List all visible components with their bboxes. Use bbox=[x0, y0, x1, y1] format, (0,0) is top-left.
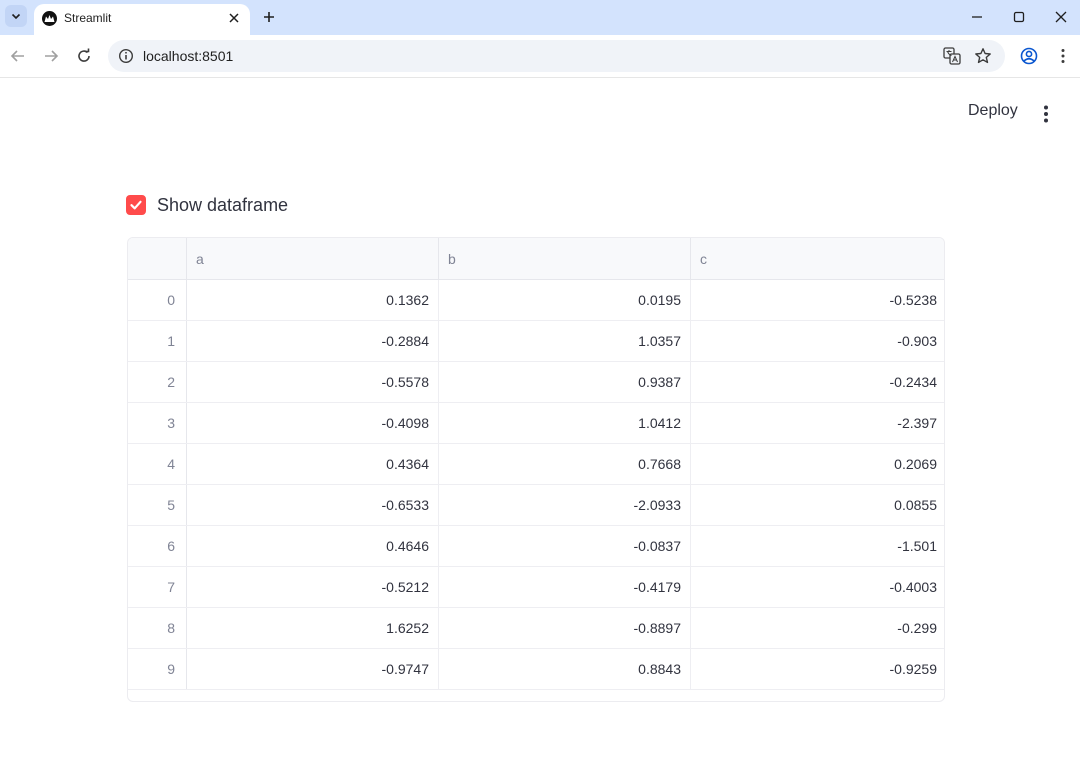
minimize-icon bbox=[972, 15, 982, 18]
arrow-left-icon bbox=[10, 50, 24, 62]
table-row[interactable]: 4 0.4364 0.7668 0.2069 bbox=[128, 444, 944, 485]
dataframe-header: a b c bbox=[128, 238, 944, 280]
browser-tab[interactable]: Streamlit bbox=[34, 4, 250, 35]
table-row[interactable]: 9 -0.9747 0.8843 -0.9259 bbox=[128, 649, 944, 690]
translate-icon[interactable] bbox=[942, 46, 962, 66]
table-cell-a[interactable]: 1.6252 bbox=[187, 608, 439, 648]
bookmark-star-icon[interactable] bbox=[973, 46, 993, 66]
row-index: 1 bbox=[128, 321, 187, 361]
chevron-down-icon bbox=[11, 13, 21, 20]
table-cell-c[interactable]: 0.0855 bbox=[691, 485, 944, 525]
row-index: 0 bbox=[128, 280, 187, 320]
table-cell-b[interactable]: -0.8897 bbox=[439, 608, 691, 648]
table-cell-b[interactable]: -2.0933 bbox=[439, 485, 691, 525]
table-cell-a[interactable]: -0.5212 bbox=[187, 567, 439, 607]
table-cell-c[interactable]: 0.2069 bbox=[691, 444, 944, 484]
close-window-button[interactable] bbox=[1040, 0, 1080, 33]
column-header-b[interactable]: b bbox=[439, 238, 691, 280]
table-row[interactable]: 6 0.4646 -0.0837 -1.501 bbox=[128, 526, 944, 567]
deploy-button[interactable]: Deploy bbox=[958, 102, 1028, 126]
forward-button[interactable] bbox=[39, 44, 63, 68]
table-cell-a[interactable]: -0.5578 bbox=[187, 362, 439, 402]
row-index: 3 bbox=[128, 403, 187, 443]
table-cell-b[interactable]: 1.0357 bbox=[439, 321, 691, 361]
maximize-button[interactable] bbox=[998, 0, 1040, 33]
row-index: 9 bbox=[128, 649, 187, 689]
table-cell-a[interactable]: 0.4646 bbox=[187, 526, 439, 566]
table-cell-a[interactable]: 0.1362 bbox=[187, 280, 439, 320]
more-vertical-icon bbox=[1061, 49, 1065, 63]
table-row[interactable]: 5 -0.6533 -2.0933 0.0855 bbox=[128, 485, 944, 526]
url-text: localhost:8501 bbox=[143, 48, 234, 64]
table-cell-c[interactable]: -0.2434 bbox=[691, 362, 944, 402]
table-row[interactable]: 0 0.1362 0.0195 -0.5238 bbox=[128, 280, 944, 321]
show-dataframe-checkbox[interactable]: Show dataframe bbox=[126, 193, 288, 217]
minimize-button[interactable] bbox=[956, 0, 998, 33]
table-cell-b[interactable]: 1.0412 bbox=[439, 403, 691, 443]
table-row[interactable]: 1 -0.2884 1.0357 -0.903 bbox=[128, 321, 944, 362]
checkbox-checked-icon[interactable] bbox=[126, 195, 146, 215]
table-cell-a[interactable]: -0.4098 bbox=[187, 403, 439, 443]
address-bar[interactable]: localhost:8501 bbox=[108, 40, 1005, 72]
plus-icon bbox=[264, 12, 274, 22]
table-row[interactable]: 8 1.6252 -0.8897 -0.299 bbox=[128, 608, 944, 649]
dataframe-grid[interactable]: a b c 0 0.1362 0.0195 -0.5238 1 -0.2884 1.0357… bbox=[127, 237, 945, 702]
maximize-icon bbox=[1013, 11, 1025, 22]
table-row[interactable]: 3 -0.4098 1.0412 -2.397 bbox=[128, 403, 944, 444]
row-index: 2 bbox=[128, 362, 187, 402]
row-index: 7 bbox=[128, 567, 187, 607]
table-cell-c[interactable]: -0.903 bbox=[691, 321, 944, 361]
table-cell-a[interactable]: 0.4364 bbox=[187, 444, 439, 484]
browser-toolbar: localhost:8501 bbox=[0, 35, 1080, 78]
profile-button[interactable] bbox=[1017, 44, 1041, 68]
arrow-right-icon bbox=[45, 50, 59, 62]
table-cell-b[interactable]: 0.7668 bbox=[439, 444, 691, 484]
browser-menu-button[interactable] bbox=[1051, 44, 1075, 68]
reload-button[interactable] bbox=[72, 44, 96, 68]
column-header-c[interactable]: c bbox=[691, 238, 944, 280]
row-index: 8 bbox=[128, 608, 187, 648]
table-cell-b[interactable]: 0.0195 bbox=[439, 280, 691, 320]
column-header-a[interactable]: a bbox=[187, 238, 439, 280]
row-index: 4 bbox=[128, 444, 187, 484]
account-circle-icon bbox=[1020, 47, 1038, 65]
tab-close-icon[interactable] bbox=[226, 10, 242, 26]
reload-icon bbox=[78, 48, 90, 62]
row-index: 5 bbox=[128, 485, 187, 525]
more-vertical-icon bbox=[1044, 105, 1048, 123]
checkbox-label: Show dataframe bbox=[157, 194, 289, 215]
index-header bbox=[128, 238, 187, 280]
app-menu-button[interactable] bbox=[1034, 102, 1058, 126]
table-cell-a[interactable]: -0.6533 bbox=[187, 485, 439, 525]
table-cell-b[interactable]: -0.4179 bbox=[439, 567, 691, 607]
back-button[interactable] bbox=[6, 44, 30, 68]
row-index: 6 bbox=[128, 526, 187, 566]
table-cell-c[interactable]: -0.4003 bbox=[691, 567, 944, 607]
table-cell-c[interactable]: -0.5238 bbox=[691, 280, 944, 320]
table-cell-a[interactable]: -0.2884 bbox=[187, 321, 439, 361]
table-cell-b[interactable]: 0.8843 bbox=[439, 649, 691, 689]
site-info-icon[interactable] bbox=[116, 46, 136, 66]
tab-title: Streamlit bbox=[64, 11, 112, 25]
tab-search-button[interactable] bbox=[5, 5, 27, 27]
streamlit-header: Deploy bbox=[0, 78, 1080, 148]
table-cell-c[interactable]: -1.501 bbox=[691, 526, 944, 566]
table-row[interactable]: 2 -0.5578 0.9387 -0.2434 bbox=[128, 362, 944, 403]
close-icon bbox=[1055, 11, 1067, 22]
streamlit-favicon-icon bbox=[42, 11, 57, 26]
table-cell-b[interactable]: -0.0837 bbox=[439, 526, 691, 566]
table-cell-c[interactable]: -0.299 bbox=[691, 608, 944, 648]
table-cell-c[interactable]: -2.397 bbox=[691, 403, 944, 443]
table-row-partial bbox=[128, 690, 944, 701]
new-tab-button[interactable] bbox=[258, 6, 280, 28]
browser-tabstrip: Streamlit bbox=[0, 0, 1080, 35]
table-cell-a[interactable]: -0.9747 bbox=[187, 649, 439, 689]
table-row[interactable]: 7 -0.5212 -0.4179 -0.4003 bbox=[128, 567, 944, 608]
table-cell-b[interactable]: 0.9387 bbox=[439, 362, 691, 402]
table-cell-c[interactable]: -0.9259 bbox=[691, 649, 944, 689]
